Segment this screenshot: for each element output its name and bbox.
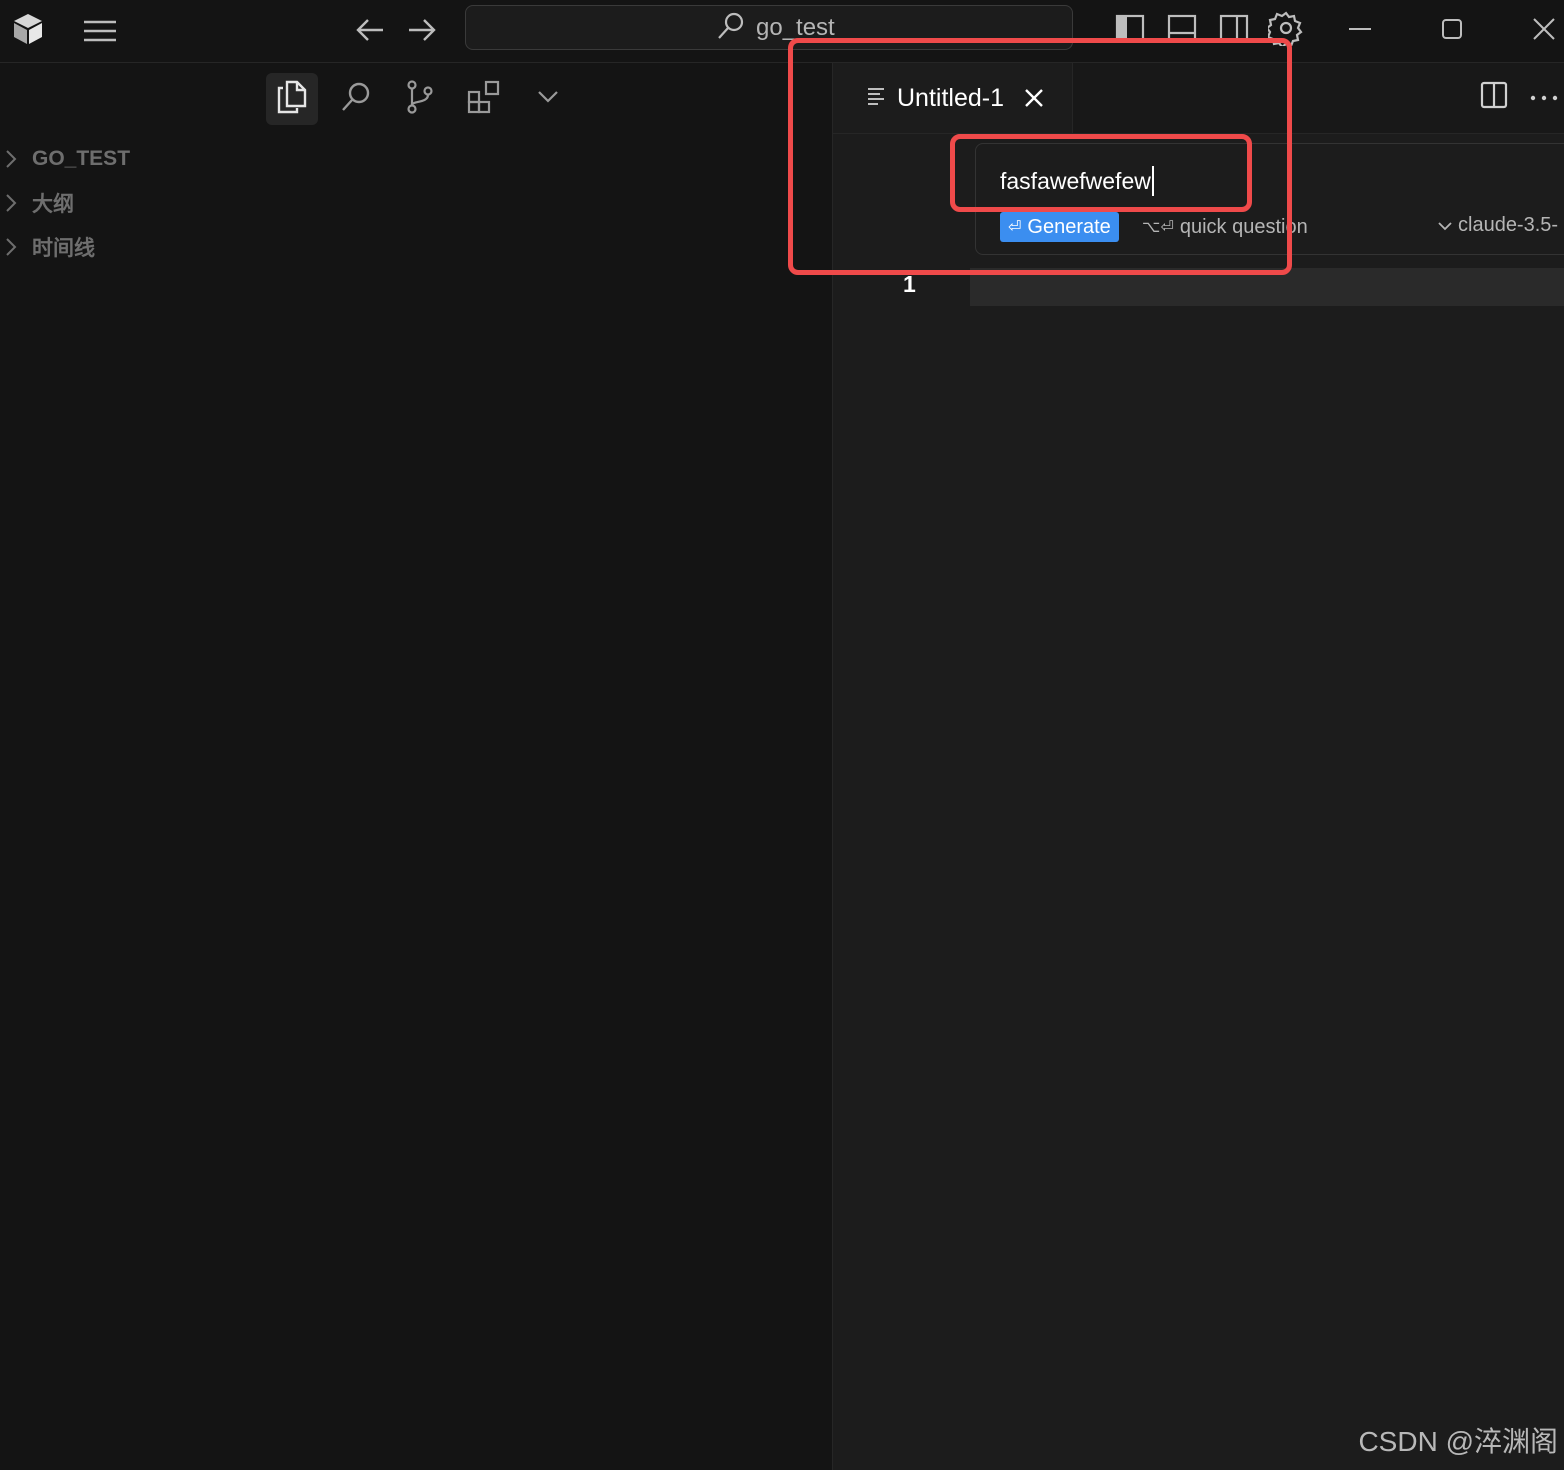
annotation-highlight-input xyxy=(950,134,1252,212)
chevron-right-icon xyxy=(0,237,32,257)
watermark: CSDN @淬渊阁 xyxy=(1358,1426,1558,1457)
activity-bar xyxy=(266,73,574,125)
search-icon xyxy=(340,81,372,118)
maximize-icon[interactable] xyxy=(1436,14,1468,44)
tree-item-timeline[interactable]: 时间线 xyxy=(0,225,130,269)
more-views-button[interactable] xyxy=(522,73,574,125)
chevron-right-icon xyxy=(0,193,32,213)
extensions-button[interactable] xyxy=(458,73,510,125)
back-arrow-icon[interactable] xyxy=(352,14,388,46)
explorer-tree: GO_TEST 大纲 时间线 xyxy=(0,137,130,269)
tree-item-outline[interactable]: 大纲 xyxy=(0,181,130,225)
minimize-icon[interactable] xyxy=(1344,14,1376,44)
title-bar: go_test xyxy=(0,0,1564,63)
editor-actions xyxy=(1480,81,1558,114)
line-number: 1 xyxy=(903,271,916,297)
chevron-down-icon xyxy=(537,90,559,109)
close-window-icon[interactable] xyxy=(1528,14,1560,44)
split-editor-icon[interactable] xyxy=(1480,81,1508,114)
chevron-down-icon xyxy=(1438,214,1452,237)
explorer-button[interactable] xyxy=(266,73,318,125)
menu-icon[interactable] xyxy=(80,16,120,46)
tree-item-go-test[interactable]: GO_TEST xyxy=(0,137,130,181)
search-icon xyxy=(716,11,746,46)
tree-item-label: GO_TEST xyxy=(32,147,131,170)
model-name: claude-3.5- xyxy=(1458,213,1559,236)
forward-arrow-icon[interactable] xyxy=(404,14,440,46)
model-selector[interactable]: claude-3.5- xyxy=(1438,210,1558,240)
chevron-right-icon xyxy=(0,149,32,169)
tree-item-label: 大纲 xyxy=(32,193,74,216)
extensions-icon xyxy=(467,80,501,119)
source-control-icon xyxy=(405,79,435,119)
source-control-button[interactable] xyxy=(394,73,446,125)
app-window: go_test GO_TEST 大纲 时间线 Untitled-1 1 fasf… xyxy=(0,0,1564,1470)
app-logo-icon xyxy=(10,10,46,48)
more-actions-icon[interactable] xyxy=(1530,89,1558,107)
tree-item-label: 时间线 xyxy=(32,237,95,260)
files-icon xyxy=(277,80,307,119)
sidebar: GO_TEST 大纲 时间线 xyxy=(0,63,833,1470)
search-view-button[interactable] xyxy=(330,73,382,125)
